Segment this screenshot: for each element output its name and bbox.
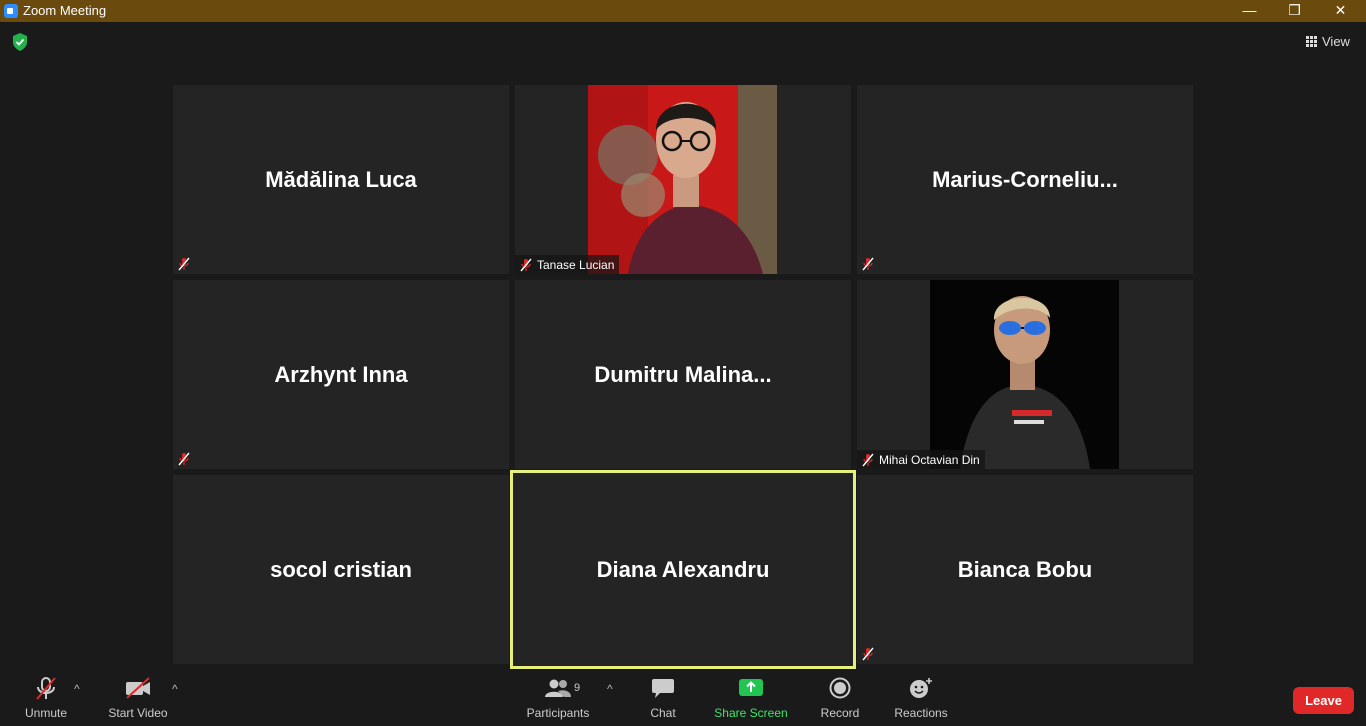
participants-icon: [545, 679, 571, 697]
unmute-label: Unmute: [24, 706, 68, 720]
window-title: Zoom Meeting: [23, 3, 107, 18]
participant-name: socol cristian: [270, 556, 412, 582]
share-screen-icon: [739, 679, 763, 696]
participant-name: Bianca Bobu: [957, 556, 1093, 582]
mic-muted-icon: [178, 257, 190, 271]
start-video-button[interactable]: Start Video: [105, 672, 171, 726]
start-video-label: Start Video: [108, 706, 168, 720]
participant-tile[interactable]: Arzhynt Inna: [173, 280, 509, 469]
participant-name: Dumitru Malina...: [594, 361, 772, 387]
participant-tile[interactable]: Dumitru Malina...: [515, 280, 851, 469]
participants-label: Participants: [526, 706, 590, 720]
participant-count: 9: [574, 682, 581, 694]
maximize-button[interactable]: ❐: [1272, 0, 1317, 22]
share-screen-label: Share Screen: [714, 706, 788, 720]
participant-name: Mădălina Luca: [265, 166, 417, 192]
zoom-app-icon: [4, 4, 18, 18]
participant-tile[interactable]: Mădălina Luca: [173, 85, 509, 274]
participant-name-label: Tanase Lucian: [515, 255, 620, 274]
participant-tile-video[interactable]: Tanase Lucian: [515, 85, 851, 274]
share-screen-button[interactable]: Share Screen: [714, 672, 788, 726]
audio-options-caret-icon[interactable]: ^: [74, 682, 80, 696]
chat-button[interactable]: Chat: [643, 672, 683, 726]
chat-icon: [652, 679, 674, 698]
participants-button[interactable]: Participants: [525, 672, 591, 726]
participant-name: Arzhynt Inna: [274, 361, 408, 387]
record-label: Record: [820, 706, 860, 720]
chat-label: Chat: [650, 706, 676, 720]
participant-name: Diana Alexandru: [596, 556, 770, 582]
minimize-button[interactable]: —: [1227, 0, 1272, 22]
reactions-button[interactable]: Reactions: [893, 672, 949, 726]
mic-muted-icon: [36, 677, 56, 700]
close-button[interactable]: ✕: [1318, 0, 1363, 22]
mic-muted-icon: [862, 647, 874, 661]
view-button[interactable]: View: [1306, 34, 1350, 49]
reactions-label: Reactions: [894, 706, 948, 720]
meeting-toolbar: Unmute ^ Start Video ^ Participants 9 ^: [0, 672, 1366, 726]
participant-name: Tanase Lucian: [537, 257, 615, 272]
mic-muted-icon: [178, 452, 190, 466]
record-button[interactable]: Record: [817, 672, 863, 726]
participant-name-label: Mihai Octavian Din: [857, 450, 985, 469]
participant-tile-video[interactable]: Mihai Octavian Din: [857, 280, 1193, 469]
participant-video-photo: [588, 85, 777, 274]
participants-options-caret-icon[interactable]: ^: [607, 682, 613, 696]
title-bar: Zoom Meeting — ❐ ✕: [0, 0, 1366, 22]
leave-button[interactable]: Leave: [1293, 687, 1354, 714]
grid-view-icon: [1306, 36, 1317, 47]
unmute-button[interactable]: Unmute: [20, 672, 72, 726]
participant-tile-active-speaker[interactable]: Diana Alexandru: [510, 470, 856, 669]
video-options-caret-icon[interactable]: ^: [172, 682, 178, 696]
mic-muted-icon: [862, 257, 874, 271]
participant-tile[interactable]: Marius-Corneliu...: [857, 85, 1193, 274]
mic-muted-icon: [862, 453, 874, 466]
security-shield-icon[interactable]: [12, 33, 28, 51]
participant-tile[interactable]: Bianca Bobu: [857, 475, 1193, 664]
record-icon: [829, 677, 851, 699]
video-off-icon: [126, 677, 150, 699]
reactions-smiley-icon: [910, 678, 932, 698]
participant-video-photo: [930, 280, 1119, 469]
mic-muted-icon: [520, 258, 532, 271]
participant-tile[interactable]: socol cristian: [173, 475, 509, 664]
view-label: View: [1322, 34, 1350, 49]
participant-name: Marius-Corneliu...: [932, 166, 1118, 192]
participant-name: Mihai Octavian Din: [879, 452, 980, 467]
